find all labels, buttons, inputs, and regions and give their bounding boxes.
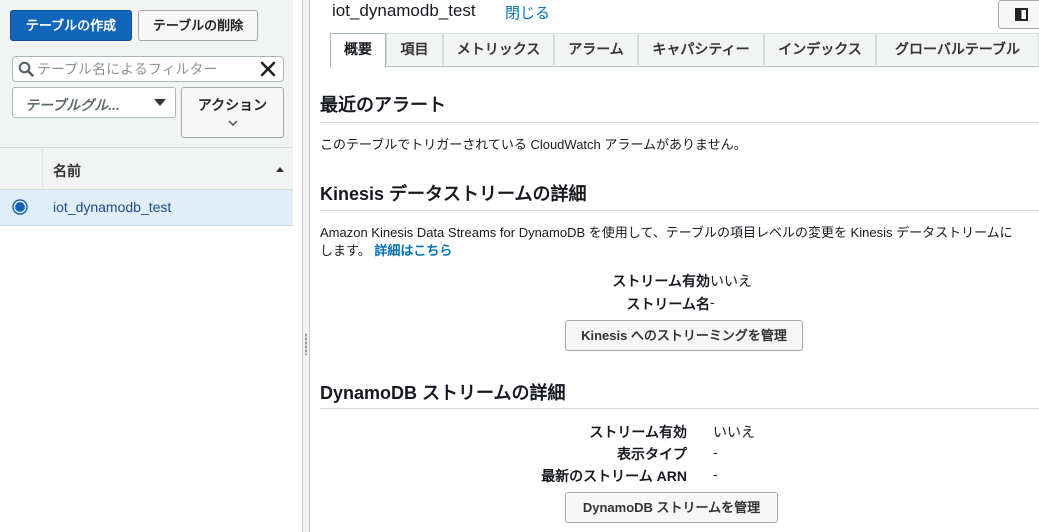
page-title: iot_dynamodb_test (332, 1, 476, 20)
ddb-stream-enabled-value: いいえ (713, 424, 755, 440)
ddb-latest-arn-value: - (713, 466, 718, 482)
ddb-latest-arn-label: 最新のストリーム ARN (541, 468, 687, 484)
section-divider (320, 210, 1039, 211)
delete-table-button[interactable]: テーブルの削除 (138, 10, 258, 41)
caret-down-icon (154, 99, 166, 106)
tab-indexes[interactable]: インデックス (764, 33, 876, 65)
panel-toggle-button[interactable] (998, 0, 1039, 29)
ddb-view-type-label: 表示タイプ (617, 446, 687, 462)
close-link[interactable]: 閉じる (505, 2, 550, 23)
tab-capacity[interactable]: キャパシティー (638, 33, 764, 65)
table-filter-input[interactable] (37, 59, 257, 79)
kinesis-description: Amazon Kinesis Data Streams for DynamoDB… (320, 225, 1013, 240)
manage-dynamodb-stream-button[interactable]: DynamoDB ストリームを管理 (565, 492, 778, 523)
drag-handle-icon (305, 333, 307, 355)
split-panel-icon (1015, 8, 1028, 21)
table-filter (12, 56, 284, 82)
chevron-down-icon (228, 120, 238, 126)
tab-items[interactable]: 項目 (386, 33, 443, 65)
create-table-button[interactable]: テーブルの作成 (10, 10, 132, 41)
learn-more-link[interactable]: 詳細はこちら (374, 243, 452, 258)
recent-alerts-heading: 最近のアラート (320, 95, 446, 115)
dynamodb-stream-heading: DynamoDB ストリームの詳細 (320, 383, 566, 403)
actions-button[interactable]: アクション (181, 87, 284, 138)
sidebar-toolbar: テーブルの作成 テーブルの削除 テーブルグル... アクション (0, 0, 293, 148)
kinesis-description-end: します。 (320, 243, 371, 258)
detail-tabs: 概要 項目 メトリックス アラーム キャパシティー インデックス グローバルテー… (330, 33, 1039, 67)
tab-metrics[interactable]: メトリックス (443, 33, 554, 65)
sort-ascending-icon[interactable] (276, 167, 284, 172)
section-divider (320, 122, 1039, 123)
kinesis-stream-name-value: - (710, 294, 715, 310)
kinesis-stream-enabled-value: いいえ (710, 273, 752, 289)
table-group-select-label: テーブルグル... (25, 97, 120, 113)
tables-sidebar: テーブルの作成 テーブルの削除 テーブルグル... アクション 名前 (0, 0, 293, 532)
ddb-stream-enabled-label: ストリーム有効 (589, 424, 687, 440)
tab-overview[interactable]: 概要 (330, 33, 386, 67)
table-row-name[interactable]: iot_dynamodb_test (53, 199, 171, 215)
kinesis-stream-name-label: ストリーム名 (626, 296, 710, 312)
column-header-name[interactable]: 名前 (53, 161, 81, 181)
panel-splitter[interactable] (302, 0, 310, 532)
table-row[interactable]: iot_dynamodb_test (0, 190, 293, 226)
search-icon (18, 61, 34, 77)
no-alarms-message: このテーブルでトリガーされている CloudWatch アラームがありません。 (320, 137, 747, 152)
kinesis-description-cont: します。 詳細はこちら (320, 240, 452, 259)
kinesis-stream-enabled-label: ストリーム有効 (612, 273, 710, 289)
manage-kinesis-streaming-button[interactable]: Kinesis へのストリーミングを管理 (565, 320, 803, 351)
tab-global-tables[interactable]: グローバルテーブル (876, 33, 1039, 65)
tab-alarms[interactable]: アラーム (554, 33, 638, 65)
row-radio-selected[interactable] (12, 199, 28, 215)
ddb-view-type-value: - (713, 444, 718, 460)
table-details-panel: iot_dynamodb_test 閉じる 概要 項目 メトリックス アラーム … (310, 0, 1039, 532)
table-list-header: 名前 (0, 148, 293, 190)
kinesis-heading: Kinesis データストリームの詳細 (320, 184, 587, 204)
clear-filter-icon[interactable] (259, 60, 277, 78)
section-divider (320, 408, 1039, 409)
table-group-select[interactable]: テーブルグル... (12, 87, 176, 118)
actions-button-label: アクション (197, 97, 268, 113)
column-divider (42, 148, 43, 189)
